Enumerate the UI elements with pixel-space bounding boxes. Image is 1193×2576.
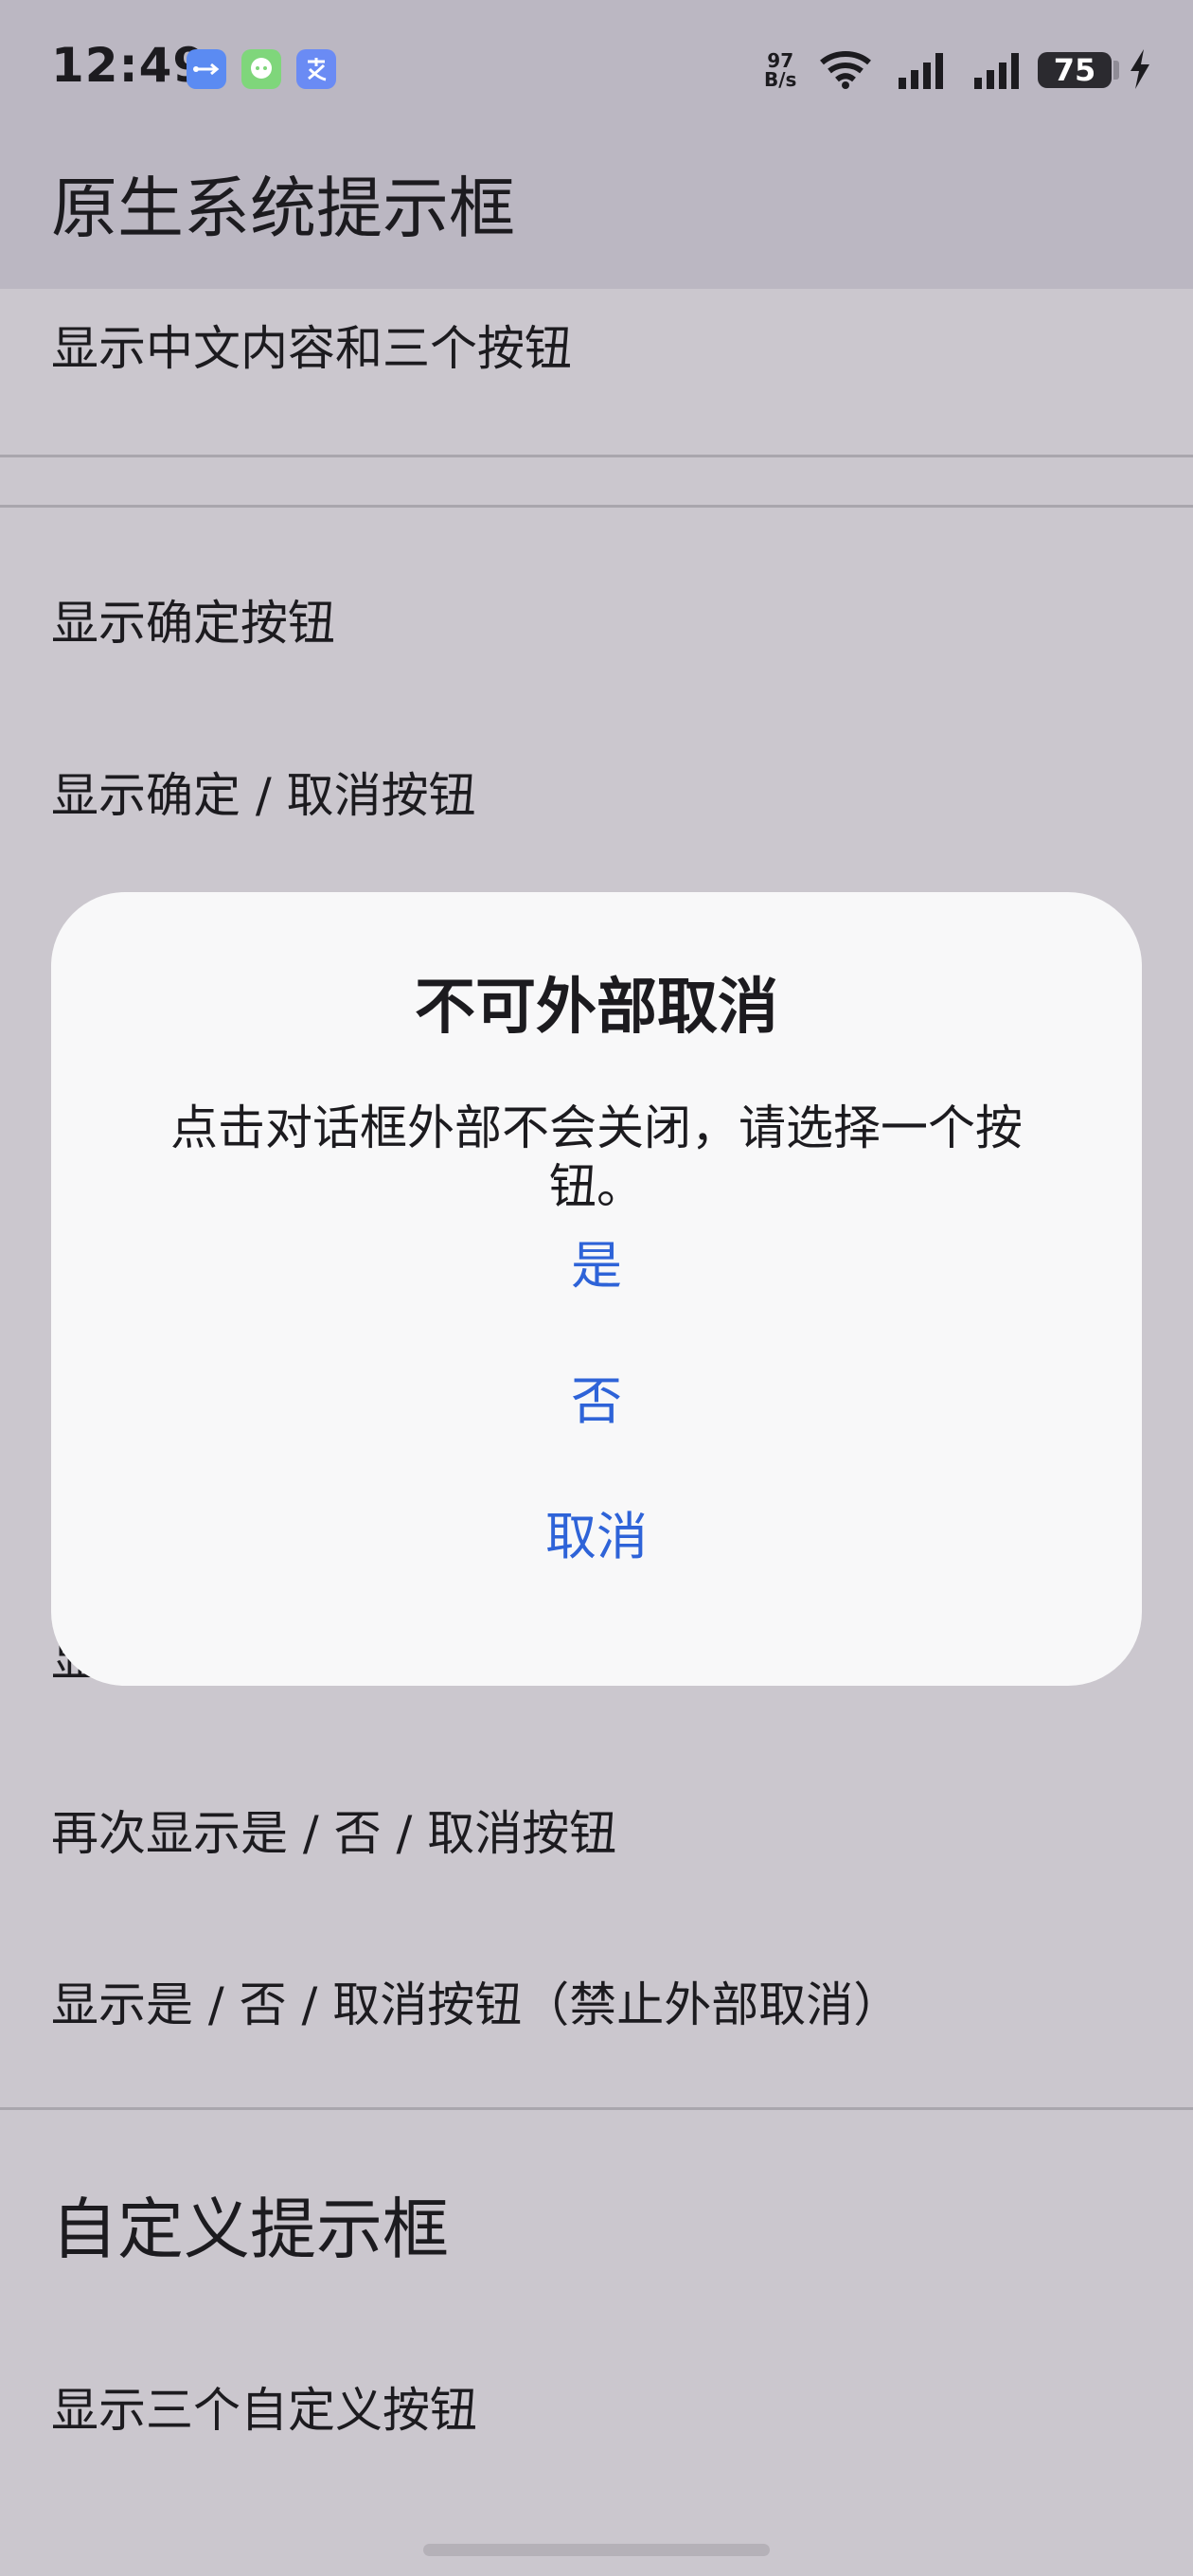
battery-tip [1113,61,1119,80]
home-indicator[interactable] [423,2544,770,2556]
dialog-message: 点击对话框外部不会关闭，请选择一个按钮。 [170,1100,1023,1214]
wifi-icon [816,47,875,95]
no-button[interactable]: 否 [407,1359,786,1444]
yes-button[interactable]: 是 [407,1224,786,1309]
cancel-button[interactable]: 取消 [407,1494,786,1580]
network-speed: 97 B/s [764,51,796,89]
pay-icon [296,49,336,89]
list-item-show-again[interactable]: 再次显示是 / 否 / 取消按钮 [51,1796,616,1864]
dialog: 不可外部取消 点击对话框外部不会关闭，请选择一个按钮。 是 否 取消 [51,892,1142,1686]
divider [0,505,1193,508]
app-header: 原生系统提示框 [0,142,1193,289]
signal-icon [885,47,952,95]
dialog-title: 不可外部取消 [415,973,778,1043]
divider [0,2107,1193,2110]
list-item-no-outside-cancel[interactable]: 显示是 / 否 / 取消按钮（禁止外部取消） [51,1967,900,2035]
divider [0,455,1193,457]
list-item-show-chinese-content[interactable]: 显示中文内容和三个按钮 [51,311,572,379]
page-title: 原生系统提示框 [51,170,515,247]
clock: 12:49 [51,38,207,93]
usb-icon [187,49,226,89]
charging-icon [1127,47,1153,95]
network-speed-unit: B/s [764,68,797,91]
section-title-custom: 自定义提示框 [51,2191,449,2268]
status-bar: 12:49 97 B/s 75 [0,0,1193,142]
battery-level: 75 [1053,52,1096,88]
network-speed-value: 97 [767,49,794,72]
list-item-show-ok[interactable]: 显示确定按钮 [51,585,335,653]
list-item-show-ok-cancel[interactable]: 显示确定 / 取消按钮 [51,758,476,826]
chat-icon [241,49,281,89]
list-item-show-three-custom[interactable]: 显示三个自定义按钮 [51,2372,477,2441]
signal-icon [961,47,1027,95]
